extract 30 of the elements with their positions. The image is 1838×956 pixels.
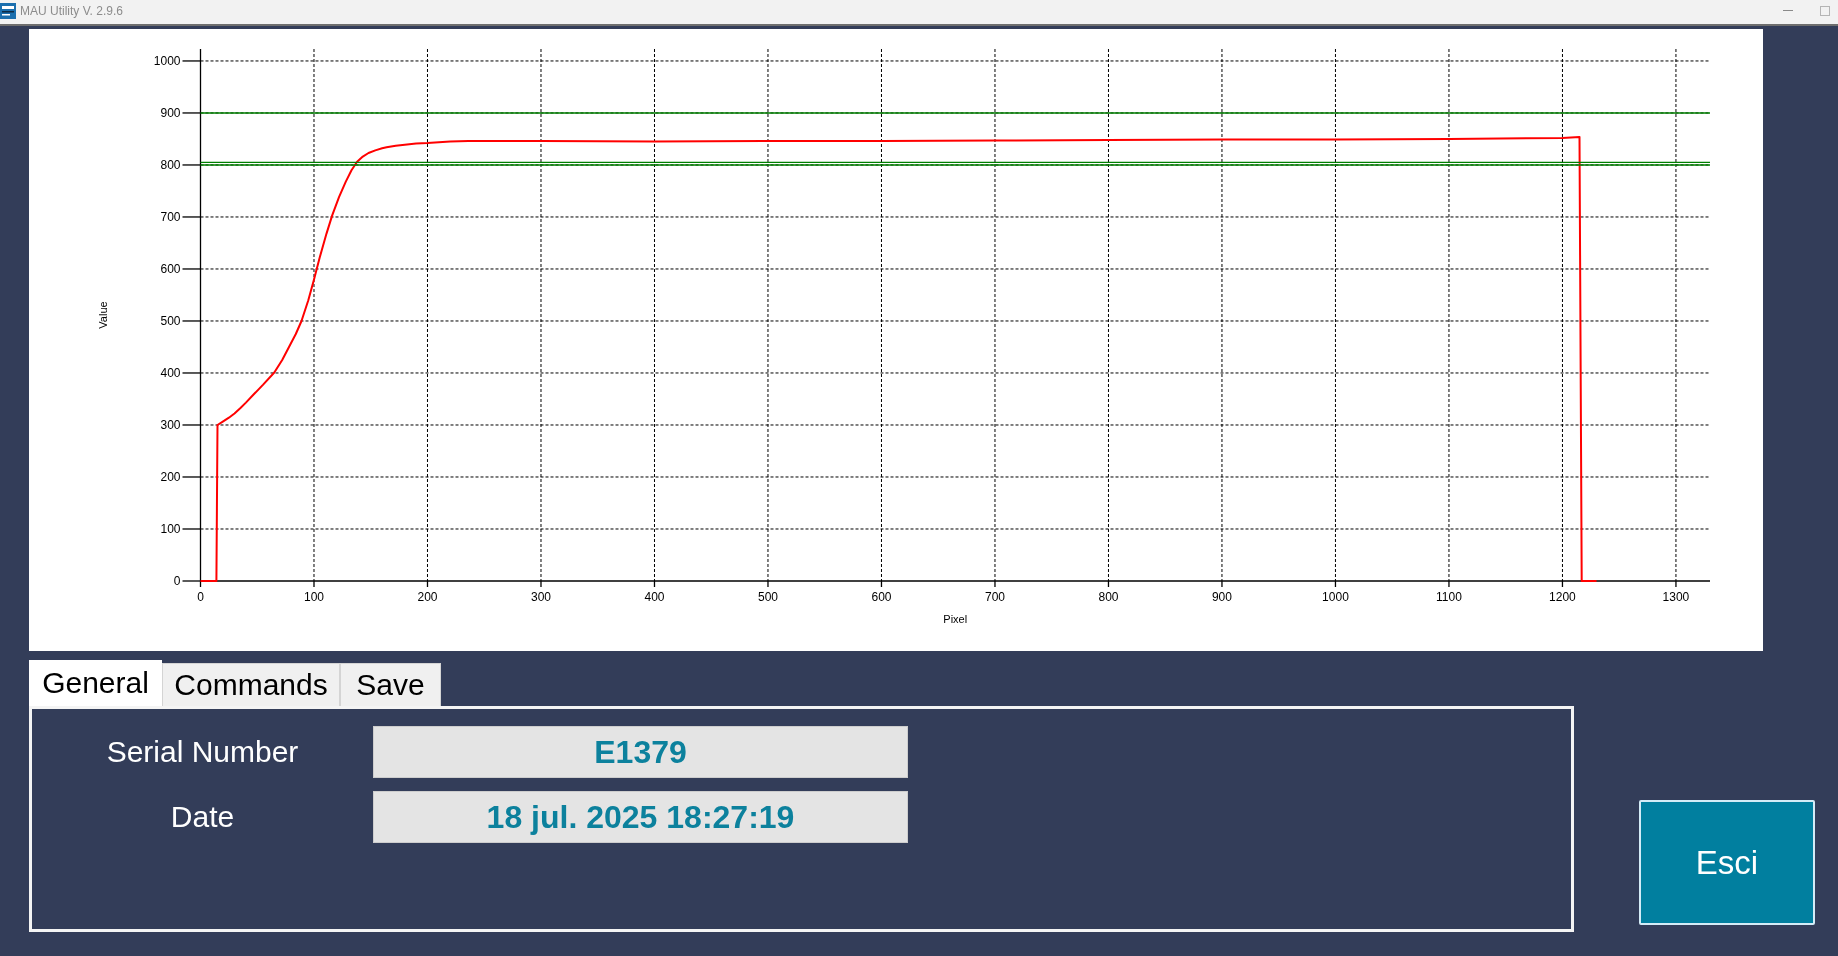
field-label: Date [170, 802, 235, 832]
tick-label: 200 [160, 470, 181, 484]
tick-label: 400 [160, 366, 181, 380]
tick-label: 300 [530, 590, 551, 604]
tick-label: 0 [173, 574, 181, 588]
tick-label: 1100 [1436, 590, 1462, 604]
tick-label: 600 [871, 590, 892, 604]
tick-label: 100 [304, 590, 324, 604]
tick-label: 700 [984, 590, 1005, 604]
tick-label: 1300 [1662, 590, 1690, 604]
tick-label: 1000 [153, 53, 181, 68]
tick-label: 800 [1098, 590, 1119, 604]
tick-label: 1200 [1549, 590, 1576, 604]
tick-label: 0 [197, 590, 204, 604]
tick-label: 1000 [1322, 590, 1349, 604]
tick-label: 400 [644, 590, 665, 604]
tick-label: 300 [160, 418, 181, 432]
tick-label: 500 [757, 590, 778, 604]
tick-label: 900 [160, 105, 181, 120]
axis-title: Pixel [943, 613, 968, 625]
tick-label: 600 [160, 262, 181, 276]
tick-label: 500 [160, 314, 181, 328]
field-label: Serial Number [106, 737, 299, 767]
axis-title: Value [97, 301, 109, 329]
tick-label: 100 [160, 522, 181, 536]
tick-label: 900 [1211, 590, 1232, 604]
tick-label: 700 [160, 209, 181, 224]
window-title: MAU Utility V. 2.9.6 [20, 2, 123, 20]
tick-label: 800 [160, 157, 181, 172]
tick-label: 200 [417, 590, 438, 604]
